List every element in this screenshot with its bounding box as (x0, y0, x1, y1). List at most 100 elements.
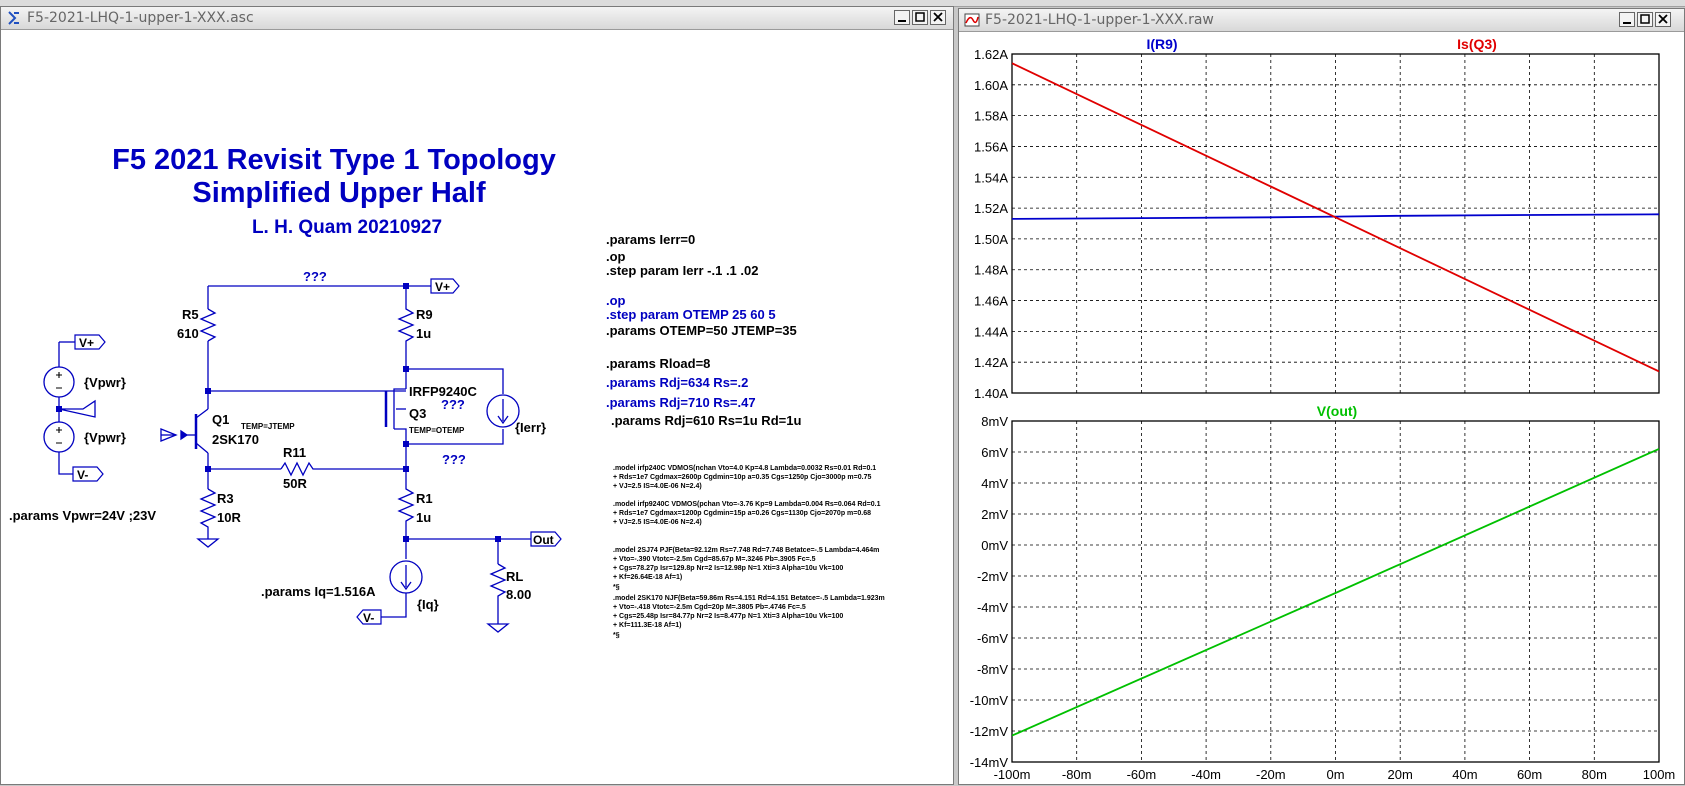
waveform-app-icon (964, 13, 980, 27)
x-tick-label: -80m (1062, 767, 1092, 782)
schematic-window[interactable]: F5-2021-LHQ-1-upper-1-XXX.asc F5 2021 Re… (0, 6, 954, 785)
directive-line[interactable]: .op (606, 249, 626, 264)
waveform-window[interactable]: F5-2021-LHQ-1-upper-1-XXX.raw 1.62A 1.60A… (958, 8, 1685, 785)
directive-line[interactable]: .step param Ierr -.1 .1 .02 (606, 263, 758, 278)
model-line: + Rds=1e7 Cgdmax=2600p Cgdmin=10p a=0.35… (613, 474, 871, 481)
y-tick-label: -8mV (977, 662, 1008, 677)
schematic-window-title: F5-2021-LHQ-1-upper-1-XXX.asc (27, 10, 254, 26)
x-tick-label: -60m (1127, 767, 1157, 782)
schematic-titlebar[interactable]: F5-2021-LHQ-1-upper-1-XXX.asc (1, 7, 953, 30)
close-button[interactable] (930, 10, 946, 25)
r1-value[interactable]: 1u (416, 510, 431, 525)
vpwr-bottom-value[interactable]: {Vpwr} (84, 430, 126, 445)
maximize-button[interactable] (912, 10, 928, 25)
rl-name[interactable]: RL (506, 569, 523, 584)
ierr-value[interactable]: {Ierr} (515, 420, 546, 435)
waveform-pane[interactable]: 8mV 6mV 4mV 2mV 0mV -2mV -4mV -6mV -8mV -10mV -12m… (970, 414, 1660, 770)
model-line: .model irfp9240C VDMOS(pchan Vto=-3.76 K… (613, 501, 881, 508)
y-tick-label: 1.44A (974, 324, 1008, 339)
net-label-out[interactable]: Out (530, 531, 562, 547)
directive-line[interactable]: .op (606, 293, 626, 308)
r9-value[interactable]: 1u (416, 326, 431, 341)
q1-temp[interactable]: TEMP=JTEMP (241, 422, 295, 431)
net-label-vminus-source[interactable]: V- (72, 466, 104, 482)
r1-name[interactable]: R1 (416, 491, 433, 506)
params-iq[interactable]: .params Iq=1.516A (261, 584, 376, 599)
waveform-pane[interactable]: 1.62A 1.60A 1.58A 1.56A 1.54A 1.52A 1.50A 1.48A… (974, 47, 1660, 401)
trace-name-label[interactable]: V(out) (1317, 403, 1357, 419)
directive-line[interactable]: .params Ierr=0 (606, 232, 695, 247)
model-line: *§ (613, 632, 620, 639)
q1-model[interactable]: 2SK170 (212, 432, 259, 447)
directive-line[interactable]: .params Rdj=634 Rs=.2 (606, 375, 748, 390)
unknown-label-right[interactable]: ??? (442, 452, 466, 467)
unknown-label-top[interactable]: ??? (303, 269, 327, 284)
iq-value[interactable]: {Iq} (417, 597, 439, 612)
y-tick-label: 1.54A (974, 170, 1008, 185)
y-tick-label: 1.50A (974, 232, 1008, 247)
waveform-window-title: F5-2021-LHQ-1-upper-1-XXX.raw (985, 12, 1214, 28)
y-tick-label: 1.58A (974, 109, 1008, 124)
x-tick-label: 20m (1388, 767, 1413, 782)
trace-name-label[interactable]: Is(Q3) (1457, 36, 1497, 52)
q3-temp[interactable]: TEMP=OTEMP (409, 426, 465, 435)
spice-model-text[interactable]: .model irfp240C VDMOS(nchan Vto=4.0 Kp=4… (613, 465, 885, 639)
model-line: + Rds=1e7 Cgdmax=1200p Cgdmin=15p a=0.26… (613, 510, 871, 517)
model-line: + Vto=-.418 Vtotc=-2.5m Cgd=20p M=.3805 … (613, 604, 806, 611)
r9-name[interactable]: R9 (416, 307, 433, 322)
waveform-canvas[interactable]: 1.62A 1.60A 1.58A 1.56A 1.54A 1.52A 1.50A 1.48A… (959, 31, 1684, 784)
r3-value[interactable]: 10R (217, 510, 241, 525)
directive-line[interactable]: .step param OTEMP 25 60 5 (606, 307, 776, 322)
schematic-canvas[interactable]: F5 2021 Revisit Type 1 Topology Simplifi… (1, 29, 953, 784)
directive-line[interactable]: .params Rdj=610 Rs=1u Rd=1u (611, 413, 801, 428)
net-label-vplus-top[interactable]: V+ (430, 278, 460, 294)
y-tick-label: 0mV (981, 538, 1008, 553)
directive-line[interactable]: .params Rload=8 (606, 356, 710, 371)
r5-value[interactable]: 610 (177, 326, 199, 341)
waveform-titlebar[interactable]: F5-2021-LHQ-1-upper-1-XXX.raw (959, 9, 1684, 32)
net-label-vplus-source[interactable]: V+ (74, 334, 106, 350)
model-line: + VJ=2.5 IS=4.0E-06 N=2.4) (613, 483, 702, 490)
schematic-heading-line1: F5 2021 Revisit Type 1 Topology (112, 144, 556, 176)
model-line: + Cgs=25.48p Isr=84.77p Nr=2 Is=8.477p N… (613, 613, 843, 620)
model-line: .model irfp240C VDMOS(nchan Vto=4.0 Kp=4… (613, 465, 876, 472)
maximize-button[interactable] (1637, 12, 1653, 27)
rl-value[interactable]: 8.00 (506, 587, 531, 602)
y-tick-label: -2mV (977, 569, 1008, 584)
spice-directives[interactable]: .params Ierr=0.op.step param Ierr -.1 .1… (606, 232, 801, 428)
r5-name[interactable]: R5 (182, 307, 199, 322)
svg-text:V-: V- (77, 468, 88, 482)
q1-name[interactable]: Q1 (212, 412, 229, 427)
schematic-junctions (56, 283, 501, 542)
r3-name[interactable]: R3 (217, 491, 234, 506)
y-tick-label: 1.42A (974, 355, 1008, 370)
q3-name[interactable]: Q3 (409, 406, 426, 421)
minimize-button[interactable] (894, 10, 910, 25)
waveform-plot[interactable]: 1.62A 1.60A 1.58A 1.56A 1.54A 1.52A 1.50A 1.48A… (959, 31, 1684, 784)
vpwr-top-value[interactable]: {Vpwr} (84, 375, 126, 390)
r11-value[interactable]: 50R (283, 476, 307, 491)
y-tick-label: 1.40A (974, 386, 1008, 401)
y-tick-label: 6mV (981, 445, 1008, 460)
directive-line[interactable]: .params OTEMP=50 JTEMP=35 (606, 323, 797, 338)
directive-line[interactable]: .params Rdj=710 Rs=.47 (606, 395, 756, 410)
svg-text:Out: Out (533, 533, 554, 547)
schematic-author: L. H. Quam 20210927 (252, 217, 442, 238)
model-line: + Kf=111.3E-18 Af=1) (613, 622, 681, 629)
svg-text:V-: V- (363, 611, 374, 625)
r11-name[interactable]: R11 (283, 445, 306, 460)
close-button[interactable] (1655, 12, 1671, 27)
params-vpwr[interactable]: .params Vpwr=24V ;23V (9, 508, 156, 523)
y-tick-label: -12mV (970, 724, 1009, 739)
model-line: + Kf=26.64E-18 Af=1) (613, 574, 682, 581)
model-line: .model 2SJ74 PJF(Beta=92.12m Rs=7.748 Rd… (613, 547, 879, 554)
unknown-label-q3[interactable]: ??? (441, 397, 465, 412)
trace-name-label[interactable]: I(R9) (1146, 36, 1177, 52)
model-line: + Cgs=78.27p Isr=129.8p Nr=2 Is=12.98p N… (613, 565, 843, 572)
minimize-button[interactable] (1619, 12, 1635, 27)
y-tick-label: 1.48A (974, 263, 1008, 278)
y-tick-label: -6mV (977, 631, 1008, 646)
model-line: *§ (613, 584, 620, 591)
svg-text:V+: V+ (435, 280, 450, 294)
net-label-vminus-iq[interactable]: V- (356, 609, 382, 625)
